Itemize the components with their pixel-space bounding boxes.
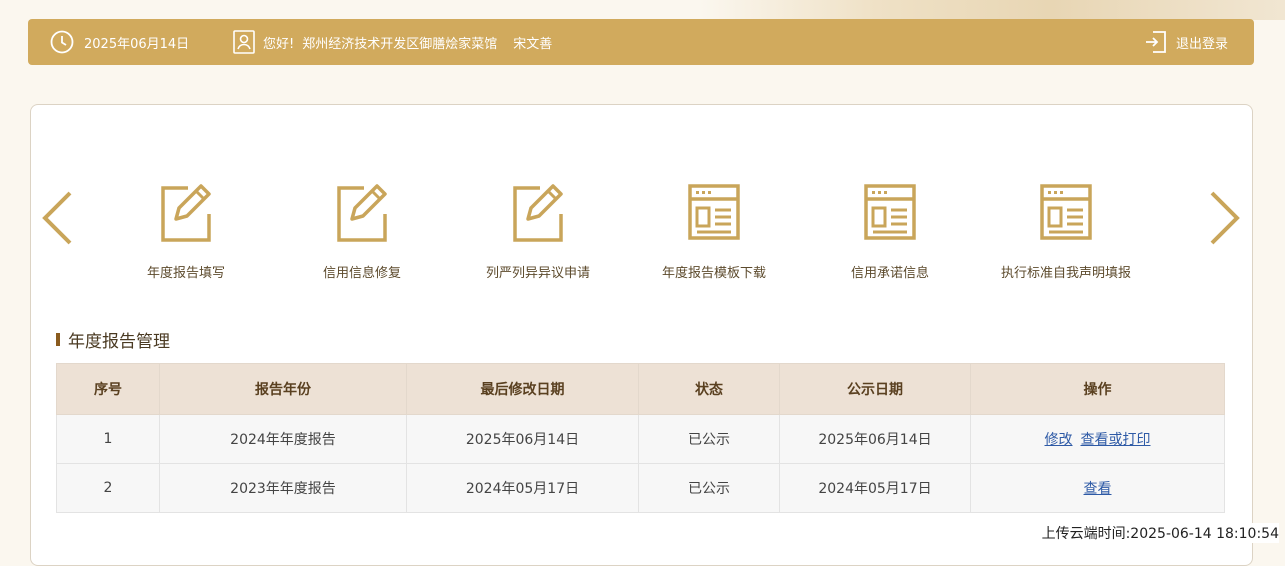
logout-icon <box>1144 30 1168 54</box>
column-header: 公示日期 <box>779 363 971 415</box>
greeting-text: 您好! <box>263 36 295 52</box>
cell-publish-date: 2024年05月17日 <box>779 463 971 513</box>
column-header: 报告年份 <box>159 363 407 415</box>
carousel-prev-button[interactable] <box>40 190 74 246</box>
view-print-link[interactable]: 查看或打印 <box>1081 432 1151 448</box>
column-header: 序号 <box>56 363 160 415</box>
carousel-next-button[interactable] <box>1208 190 1242 246</box>
company-name: 郑州经济技术开发区御膳烩家菜馆 <box>302 36 498 52</box>
menu-annual-report-fill[interactable]: 年度报告填写 <box>101 182 271 281</box>
date-text: 2025年06月14日 <box>84 36 190 52</box>
cell-modified-date: 2024年05月17日 <box>406 463 639 513</box>
annual-report-table: 序号 报告年份 最后修改日期 状态 公示日期 操作 1 2024年年度报告 20… <box>56 363 1225 513</box>
edit-icon <box>337 184 387 242</box>
column-header: 状态 <box>638 363 780 415</box>
chevron-right-icon <box>1210 191 1240 245</box>
cell-actions: 修改 查看或打印 <box>970 414 1225 464</box>
edit-icon <box>513 184 563 242</box>
menu-label: 信用承诺信息 <box>850 266 929 281</box>
column-header: 操作 <box>970 363 1225 415</box>
menu-credit-repair[interactable]: 信用信息修复 <box>277 182 447 281</box>
cell-modified-date: 2025年06月14日 <box>406 414 639 464</box>
cell-actions: 查看 <box>970 463 1225 513</box>
clock-icon <box>50 30 74 54</box>
cell-report-year: 2023年年度报告 <box>159 463 407 513</box>
menu-credit-commitment[interactable]: 信用承诺信息 <box>805 182 975 281</box>
logout-button[interactable]: 退出登录 <box>1144 19 1228 65</box>
top-bar: 2025年06月14日 您好! 郑州经济技术开发区御膳烩家菜馆 宋文善 退出登录 <box>28 19 1254 65</box>
document-icon <box>688 184 740 240</box>
chevron-left-icon <box>42 191 72 245</box>
table-row: 2 2023年年度报告 2024年05月17日 已公示 2024年05月17日 … <box>56 463 1225 513</box>
menu-label: 执行标准自我声明填报 <box>1000 266 1131 281</box>
current-date: 2025年06月14日 <box>50 19 189 65</box>
cell-report-year: 2024年年度报告 <box>159 414 407 464</box>
menu-label: 年度报告填写 <box>146 266 225 281</box>
cell-publish-date: 2025年06月14日 <box>779 414 971 464</box>
heading-marker <box>56 333 60 346</box>
upload-timestamp: 上传云端时间:2025-06-14 18:10:54 <box>1039 523 1279 543</box>
menu-label: 信用信息修复 <box>322 266 401 281</box>
user-greeting: 您好! 郑州经济技术开发区御膳烩家菜馆 宋文善 <box>233 19 552 65</box>
section-heading: 年度报告管理 <box>56 327 170 352</box>
header-decoration <box>700 0 1285 20</box>
edit-link[interactable]: 修改 <box>1045 432 1073 448</box>
column-header: 最后修改日期 <box>406 363 639 415</box>
edit-icon <box>161 184 211 242</box>
menu-template-download[interactable]: 年度报告模板下载 <box>629 182 799 281</box>
menu-standard-declaration[interactable]: 执行标准自我声明填报 <box>981 182 1151 281</box>
user-card-icon <box>233 30 255 54</box>
logout-label: 退出登录 <box>1175 36 1228 52</box>
menu-label: 年度报告模板下载 <box>661 266 766 281</box>
user-name: 宋文善 <box>513 36 553 52</box>
view-link[interactable]: 查看 <box>1084 481 1112 497</box>
menu-label: 列严列异异议申请 <box>485 266 590 281</box>
document-icon <box>1040 184 1092 240</box>
cell-status: 已公示 <box>638 463 780 513</box>
table-row: 1 2024年年度报告 2025年06月14日 已公示 2025年06月14日 … <box>56 414 1225 464</box>
menu-objection-apply[interactable]: 列严列异异议申请 <box>453 182 623 281</box>
cell-index: 2 <box>56 463 160 513</box>
document-icon <box>864 184 916 240</box>
cell-index: 1 <box>56 414 160 464</box>
table-header-row: 序号 报告年份 最后修改日期 状态 公示日期 操作 <box>56 363 1225 415</box>
section-title-text: 年度报告管理 <box>68 332 170 352</box>
cell-status: 已公示 <box>638 414 780 464</box>
